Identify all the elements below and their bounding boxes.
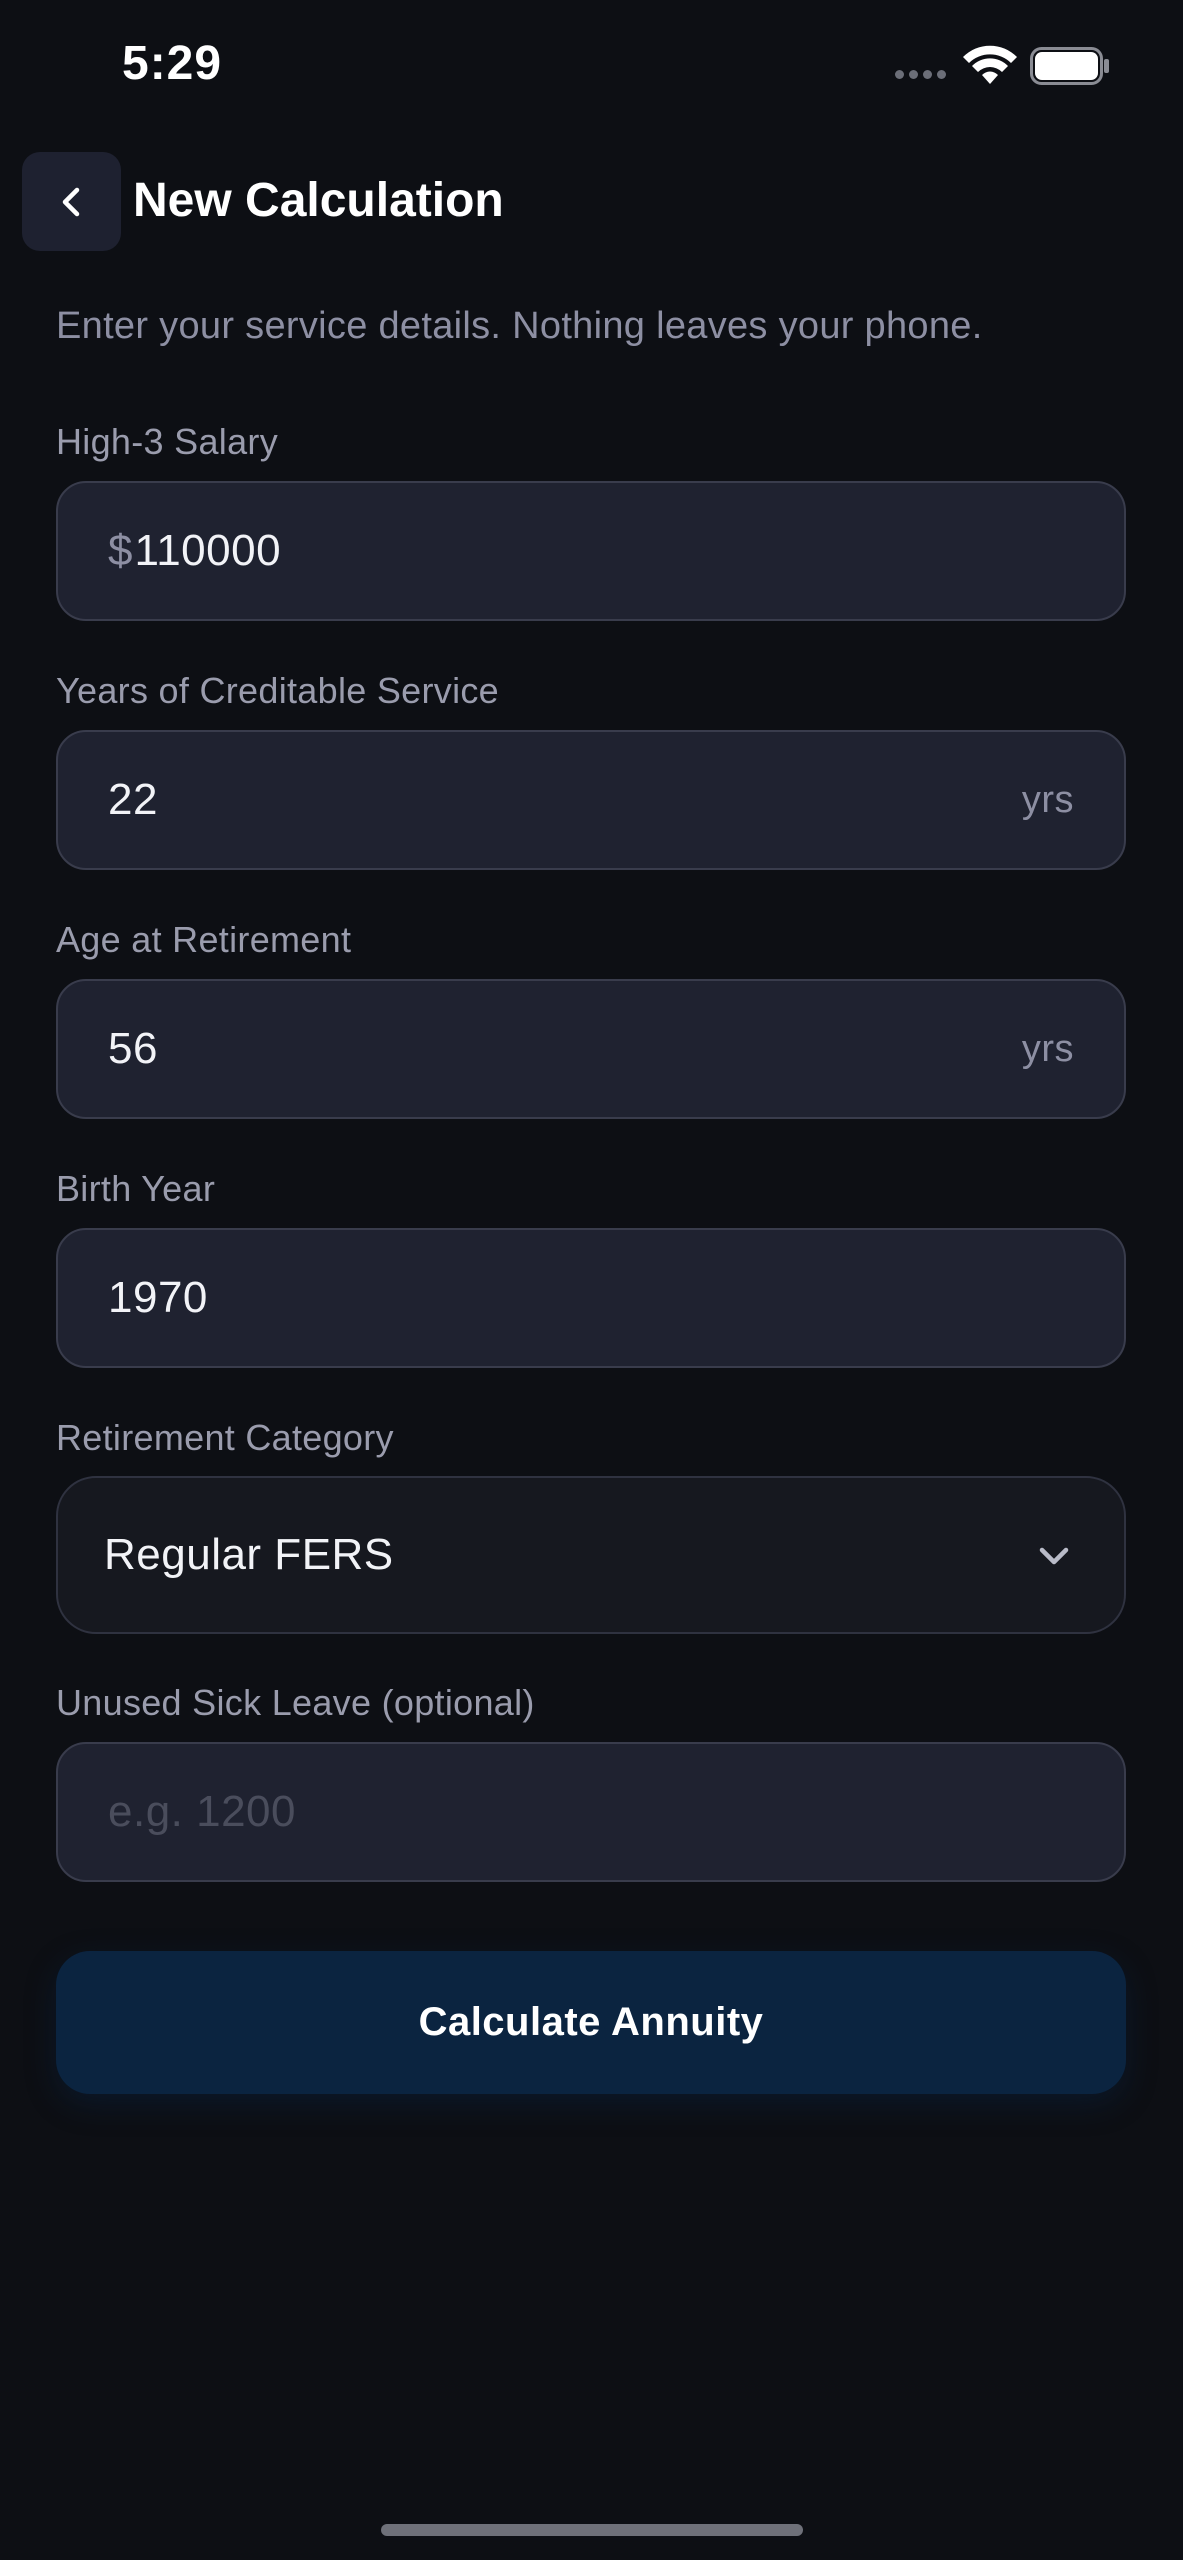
- retirement-age-unit: yrs: [1021, 1027, 1074, 1070]
- status-time: 5:29: [122, 37, 223, 90]
- battery-icon: [1030, 47, 1109, 85]
- sick-leave-input[interactable]: [108, 1787, 1074, 1837]
- page-title: New Calculation: [133, 174, 504, 227]
- retirement-age-field[interactable]: yrs: [56, 979, 1126, 1119]
- birth-year-label: Birth Year: [56, 1168, 216, 1209]
- home-indicator[interactable]: [381, 2524, 803, 2536]
- retirement-age-input[interactable]: [108, 1024, 1022, 1074]
- currency-prefix: $: [108, 526, 133, 575]
- cellular-signal-icon: [895, 70, 946, 79]
- birth-year-input[interactable]: [108, 1273, 1074, 1323]
- status-bar: 5:29: [0, 0, 1183, 140]
- salary-label: High-3 Salary: [56, 421, 278, 462]
- retirement-category-value: Regular FERS: [104, 1530, 394, 1579]
- service-years-input[interactable]: [108, 775, 1022, 825]
- salary-input[interactable]: [134, 526, 1074, 576]
- retirement-category-select[interactable]: Regular FERS: [56, 1476, 1126, 1634]
- birth-year-field[interactable]: [56, 1228, 1126, 1368]
- back-button[interactable]: [22, 152, 121, 251]
- retirement-category-label: Retirement Category: [56, 1417, 394, 1458]
- wifi-icon: [963, 45, 1017, 84]
- retirement-age-label: Age at Retirement: [56, 919, 352, 960]
- calculate-annuity-button[interactable]: Calculate Annuity: [56, 1951, 1126, 2094]
- sick-leave-label: Unused Sick Leave (optional): [56, 1682, 535, 1723]
- salary-field[interactable]: $: [56, 481, 1126, 621]
- service-years-label: Years of Creditable Service: [56, 670, 500, 711]
- sick-leave-field[interactable]: [56, 1742, 1126, 1882]
- chevron-left-icon: [62, 187, 79, 216]
- chevron-down-icon: [1039, 1547, 1069, 1565]
- service-years-field[interactable]: yrs: [56, 730, 1126, 870]
- service-years-unit: yrs: [1021, 778, 1074, 821]
- page-subtitle: Enter your service details. Nothing leav…: [56, 305, 983, 347]
